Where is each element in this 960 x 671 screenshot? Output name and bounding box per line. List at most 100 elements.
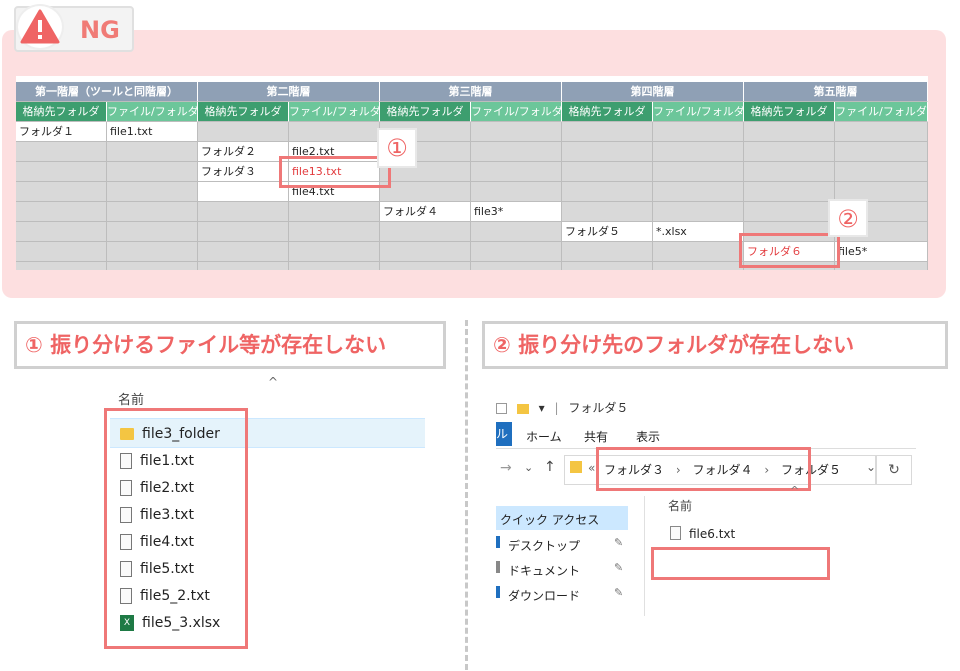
sheet-cell[interactable]: file3*	[471, 202, 562, 222]
sheet-cell[interactable]	[835, 142, 928, 162]
sheet-cell[interactable]	[744, 182, 835, 202]
sheet-cell[interactable]	[653, 142, 744, 162]
recent-dropdown-icon[interactable]: ⌄	[524, 461, 533, 474]
qat-dropdown-icon[interactable]: ▾	[539, 401, 545, 415]
sheet-cell[interactable]	[289, 202, 380, 222]
sheet-cell[interactable]	[289, 262, 380, 270]
sheet-cell[interactable]	[289, 222, 380, 242]
sheet-cell[interactable]	[107, 262, 198, 270]
sheet-cell[interactable]	[744, 202, 835, 222]
folder-icon	[570, 461, 582, 473]
nav-documents[interactable]: ドキュメント	[508, 562, 580, 579]
sheet-cell[interactable]	[562, 262, 653, 270]
sheet-cell[interactable]: フォルダ４	[380, 202, 471, 222]
sort-arrow-icon: ^	[268, 375, 279, 389]
sheet-cell[interactable]	[198, 202, 289, 222]
up-icon[interactable]: ↑	[544, 459, 556, 475]
sheet-cell[interactable]	[289, 122, 380, 142]
sheet-cell[interactable]	[198, 262, 289, 270]
sheet-cell[interactable]	[380, 242, 471, 262]
sheet-cell[interactable]	[471, 162, 562, 182]
sheet-cell[interactable]	[653, 242, 744, 262]
folder-icon	[516, 403, 529, 414]
sheet-cell[interactable]	[471, 242, 562, 262]
file-item[interactable]: file6.txt	[689, 527, 735, 541]
sheet-cell[interactable]	[107, 182, 198, 202]
sheet-cell[interactable]	[16, 262, 107, 270]
pane-splitter[interactable]	[644, 496, 645, 616]
sheet-cell[interactable]	[562, 242, 653, 262]
pin-icon[interactable]: ✎	[614, 561, 623, 574]
sheet-cell[interactable]	[471, 142, 562, 162]
back-icon[interactable]: →	[500, 460, 512, 476]
sheet-cell[interactable]	[835, 122, 928, 142]
sheet-cell[interactable]	[16, 202, 107, 222]
sheet-cell[interactable]: フォルダ１	[16, 122, 107, 142]
sheet-cell[interactable]	[107, 202, 198, 222]
sheet-cell[interactable]	[198, 122, 289, 142]
subheader-file: ファイル/フォルダ	[653, 102, 744, 122]
sheet-cell[interactable]	[107, 222, 198, 242]
sheet-cell[interactable]	[653, 262, 744, 270]
address-dropdown-icon[interactable]: ⌄	[866, 460, 876, 474]
sheet-cell[interactable]	[835, 262, 928, 270]
pin-icon[interactable]: ✎	[614, 586, 623, 599]
sheet-cell[interactable]	[653, 202, 744, 222]
sheet-cell[interactable]	[471, 222, 562, 242]
tab-share[interactable]: 共有	[584, 428, 608, 445]
level-header-4: 第四階層	[562, 82, 744, 102]
sheet-cell[interactable]	[107, 242, 198, 262]
highlight-file-list	[104, 408, 248, 649]
sheet-cell[interactable]	[16, 182, 107, 202]
column-header-name[interactable]: 名前	[118, 389, 144, 408]
sheet-cell[interactable]	[562, 122, 653, 142]
sheet-cell[interactable]	[562, 162, 653, 182]
sheet-cell[interactable]	[471, 122, 562, 142]
sheet-cell[interactable]	[198, 182, 289, 202]
nav-downloads[interactable]: ダウンロード	[508, 587, 580, 604]
level-header-2: 第二階層	[198, 82, 380, 102]
sheet-cell[interactable]	[107, 162, 198, 182]
sheet-cell[interactable]	[744, 142, 835, 162]
nav-desktop[interactable]: デスクトップ	[508, 537, 580, 554]
nav-quick-access-label: クイック アクセス	[500, 513, 600, 527]
file-tab[interactable]: ル	[496, 422, 512, 446]
sheet-cell[interactable]	[16, 142, 107, 162]
sheet-cell[interactable]	[16, 162, 107, 182]
sheet-cell[interactable]	[835, 162, 928, 182]
highlight-missing-file	[279, 156, 391, 188]
sheet-cell[interactable]	[380, 262, 471, 270]
tab-view[interactable]: 表示	[636, 428, 660, 445]
sheet-cell[interactable]: file5*	[835, 242, 928, 262]
sheet-cell[interactable]: file1.txt	[107, 122, 198, 142]
sheet-cell[interactable]	[562, 202, 653, 222]
sheet-cell[interactable]	[744, 162, 835, 182]
sheet-cell[interactable]: フォルダ２	[198, 142, 289, 162]
sheet-cell[interactable]	[562, 182, 653, 202]
sheet-cell[interactable]	[107, 142, 198, 162]
sheet-cell[interactable]	[471, 182, 562, 202]
documents-icon	[496, 561, 500, 573]
sheet-cell[interactable]	[198, 242, 289, 262]
sheet-cell[interactable]	[289, 242, 380, 262]
refresh-icon[interactable]: ↻	[876, 455, 912, 485]
sheet-cell[interactable]	[16, 222, 107, 242]
sheet-cell[interactable]	[380, 222, 471, 242]
sheet-cell[interactable]	[653, 182, 744, 202]
pin-icon[interactable]: ✎	[614, 536, 623, 549]
sheet-cell[interactable]: フォルダ３	[198, 162, 289, 182]
sheet-cell[interactable]	[380, 182, 471, 202]
column-header-name[interactable]: 名前	[668, 497, 692, 514]
sheet-cell[interactable]	[562, 142, 653, 162]
sheet-cell[interactable]	[653, 162, 744, 182]
sheet-cell[interactable]	[653, 122, 744, 142]
sheet-cell[interactable]	[471, 262, 562, 270]
marker-2: ②	[828, 199, 868, 237]
sheet-cell[interactable]	[16, 242, 107, 262]
sheet-cell[interactable]: *.xlsx	[653, 222, 744, 242]
checkmark-icon[interactable]	[496, 403, 507, 414]
sheet-cell[interactable]	[198, 222, 289, 242]
sheet-cell[interactable]	[744, 122, 835, 142]
sheet-cell[interactable]: フォルダ５	[562, 222, 653, 242]
tab-home[interactable]: ホーム	[526, 428, 562, 445]
